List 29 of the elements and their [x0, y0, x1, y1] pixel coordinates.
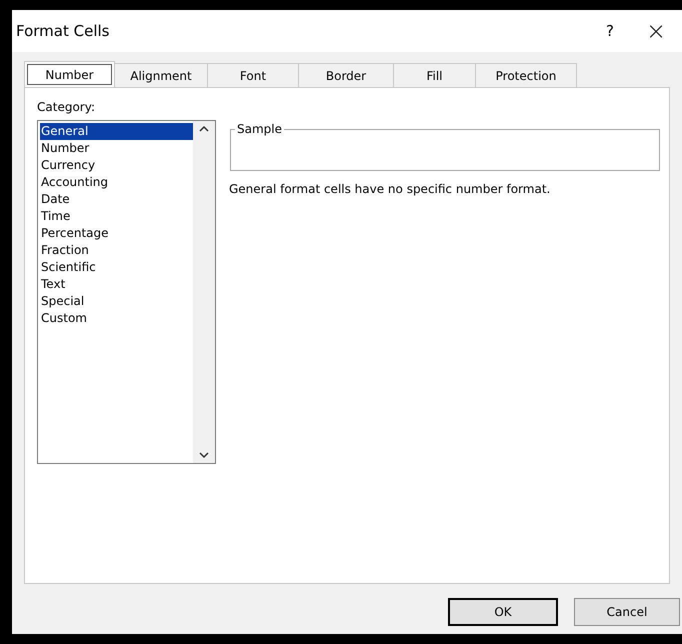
- category-item[interactable]: Fraction: [40, 242, 193, 259]
- tab[interactable]: Font: [208, 63, 299, 87]
- sample-label: Sample: [235, 121, 284, 137]
- category-item[interactable]: Number: [40, 140, 193, 157]
- dialog-button[interactable]: Cancel: [574, 598, 680, 626]
- category-label: Category:: [37, 99, 95, 116]
- category-item[interactable]: Accounting: [40, 174, 193, 191]
- dialog-button[interactable]: OK: [448, 598, 558, 626]
- category-item[interactable]: General: [40, 123, 193, 140]
- category-item[interactable]: Custom: [40, 310, 193, 327]
- category-item[interactable]: Percentage: [40, 225, 193, 242]
- close-button[interactable]: ×: [630, 13, 682, 49]
- scroll-down-icon[interactable]: [199, 452, 209, 459]
- category-item[interactable]: Scientific: [40, 259, 193, 276]
- tab[interactable]: Border: [299, 63, 394, 87]
- window-title: Format Cells: [16, 20, 110, 42]
- tab[interactable]: Number: [24, 61, 115, 88]
- tab[interactable]: Alignment: [115, 63, 208, 87]
- category-item[interactable]: Time: [40, 208, 193, 225]
- tab[interactable]: Fill: [394, 63, 476, 87]
- scroll-up-icon[interactable]: [199, 125, 209, 132]
- category-item[interactable]: Special: [40, 293, 193, 310]
- scrollbar[interactable]: [193, 121, 215, 463]
- tab[interactable]: Protection: [476, 63, 577, 87]
- help-button[interactable]: ?: [590, 20, 630, 42]
- format-description: General format cells have no specific number format.: [229, 181, 550, 198]
- category-item[interactable]: Currency: [40, 157, 193, 174]
- category-item[interactable]: Date: [40, 191, 193, 208]
- category-item[interactable]: Text: [40, 276, 193, 293]
